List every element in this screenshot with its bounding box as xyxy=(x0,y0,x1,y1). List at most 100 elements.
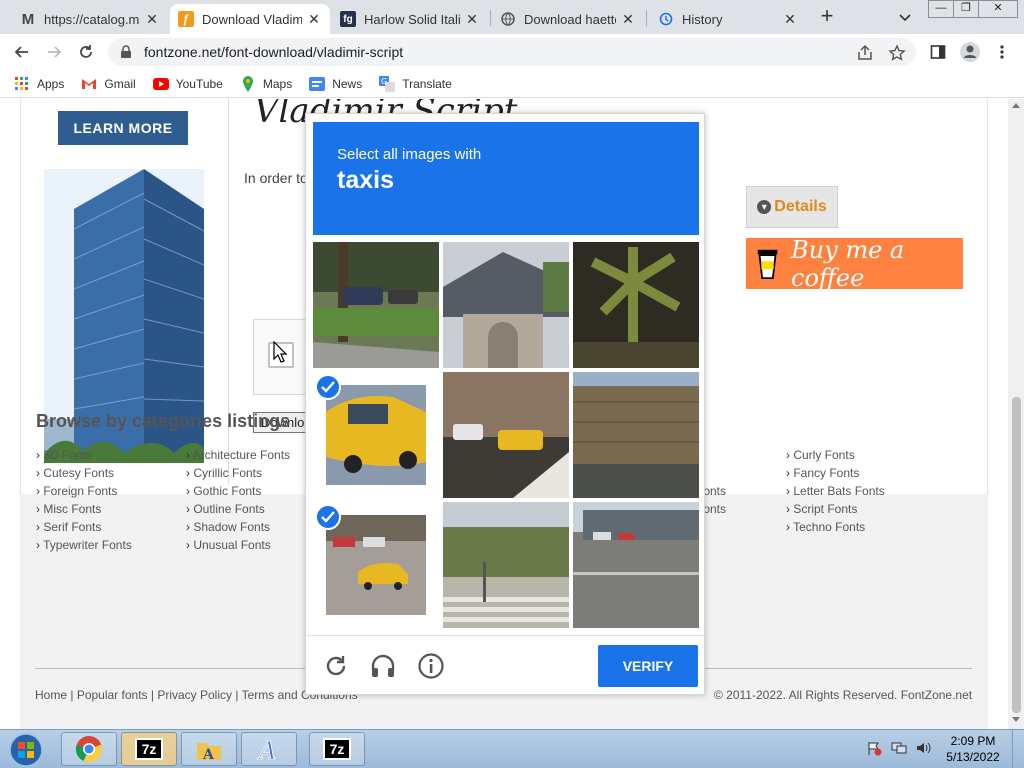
arrow-down-circle-icon: ▾ xyxy=(757,200,772,214)
close-window-button[interactable]: ✕ xyxy=(978,0,1018,18)
taskbar-font-folder[interactable]: A xyxy=(181,732,237,766)
tab-title: History xyxy=(682,11,723,27)
scroll-down-arrow-icon[interactable] xyxy=(1012,717,1020,722)
tab-search-chevron-icon[interactable] xyxy=(896,8,914,26)
bookmark-apps[interactable]: Apps xyxy=(14,76,64,91)
font-icon: ƒ xyxy=(178,11,194,27)
tab-download-vladimir[interactable]: ƒ Download Vladim ✕ xyxy=(170,4,330,34)
network-icon[interactable] xyxy=(891,740,907,756)
category-link[interactable]: Curly Fonts xyxy=(786,446,885,464)
taskbar-font-viewer[interactable]: A xyxy=(241,732,297,766)
svg-text:A: A xyxy=(257,737,276,763)
menu-kebab-icon[interactable] xyxy=(990,40,1014,64)
bookmark-youtube[interactable]: YouTube xyxy=(152,77,223,91)
taskbar-chrome[interactable] xyxy=(61,732,117,766)
captcha-tile-5[interactable] xyxy=(443,372,569,498)
category-link[interactable]: Letter Bats Fonts xyxy=(786,482,884,500)
category-link[interactable]: Script Fonts xyxy=(786,500,885,518)
details-label: Details xyxy=(774,198,827,215)
footer-link-popular[interactable]: Popular fonts xyxy=(77,688,148,702)
youtube-icon xyxy=(152,77,169,91)
download-instruction-text: In order to xyxy=(244,170,308,186)
close-icon[interactable]: ✕ xyxy=(306,11,322,28)
globe-icon xyxy=(500,11,516,27)
category-link[interactable]: Misc Fonts xyxy=(36,500,132,518)
captcha-tile-1[interactable] xyxy=(313,242,439,368)
bookmark-translate[interactable]: G Translate xyxy=(379,75,452,92)
bookmarks-bar: Apps Gmail YouTube Maps News G Translate xyxy=(0,70,1024,98)
footer-link-home[interactable]: Home xyxy=(35,688,67,702)
share-icon[interactable] xyxy=(856,44,874,62)
verify-button[interactable]: VERIFY xyxy=(598,645,698,687)
system-clock[interactable]: 2:09 PM 5/13/2022 xyxy=(940,733,1006,765)
tab-strip: M https://catalog.mo ✕ ƒ Download Vladim… xyxy=(0,0,1024,34)
scrollbar-thumb[interactable] xyxy=(1012,397,1021,713)
address-bar[interactable]: fontzone.net/font-download/vladimir-scri… xyxy=(108,38,916,66)
category-link[interactable]: 3D Fonts xyxy=(36,446,132,464)
volume-icon[interactable] xyxy=(915,740,931,756)
browse-categories-title: Browse by categories listings xyxy=(36,411,291,431)
category-link[interactable]: Architecture Fonts xyxy=(186,446,290,464)
captcha-header: Select all images with taxis xyxy=(313,122,699,235)
refresh-icon[interactable] xyxy=(322,652,350,680)
close-icon[interactable]: ✕ xyxy=(620,11,636,28)
tab-harlow[interactable]: fg Harlow Solid Italic ✕ xyxy=(332,4,488,34)
category-link[interactable]: Gothic Fonts xyxy=(186,482,290,500)
category-link[interactable]: Outline Fonts xyxy=(186,500,290,518)
category-link[interactable]: Shadow Fonts xyxy=(186,518,290,536)
audio-headphones-icon[interactable] xyxy=(369,652,397,680)
forward-arrow-icon xyxy=(48,46,62,58)
captcha-tile-3[interactable] xyxy=(573,242,699,368)
side-panel-icon[interactable] xyxy=(926,40,950,64)
captcha-tile-9[interactable] xyxy=(573,502,699,628)
details-button[interactable]: ▾ Details xyxy=(746,186,838,228)
bookmark-news[interactable]: News xyxy=(309,76,362,91)
lock-icon xyxy=(121,45,131,58)
close-icon[interactable]: ✕ xyxy=(782,11,798,28)
learn-more-button[interactable]: LEARN MORE xyxy=(58,111,188,145)
bookmark-label: Maps xyxy=(262,76,293,91)
captcha-tile-4[interactable] xyxy=(313,372,439,498)
captcha-tile-7[interactable] xyxy=(313,502,439,628)
category-link[interactable]: Serif Fonts xyxy=(36,518,132,536)
category-link[interactable]: Typewriter Fonts xyxy=(36,536,132,554)
tab-catalog[interactable]: M https://catalog.mo ✕ xyxy=(12,4,168,34)
back-button[interactable] xyxy=(10,40,34,64)
tab-history[interactable]: History ✕ xyxy=(650,4,806,34)
footer-link-privacy[interactable]: Privacy Policy xyxy=(157,688,232,702)
category-link[interactable]: Unusual Fonts xyxy=(186,536,290,554)
category-link[interactable]: Foreign Fonts xyxy=(36,482,132,500)
captcha-tile-8[interactable] xyxy=(443,502,569,628)
close-icon[interactable]: ✕ xyxy=(144,11,160,28)
taskbar-7zip-2[interactable]: 7z xyxy=(309,732,365,766)
taskbar-7zip[interactable]: 7z xyxy=(121,732,177,766)
new-tab-button[interactable]: + xyxy=(816,5,838,28)
profile-avatar[interactable] xyxy=(958,40,982,64)
page-scrollbar[interactable] xyxy=(1008,99,1024,729)
restore-button[interactable]: ❐ xyxy=(953,0,979,18)
category-link[interactable]: Fancy Fonts xyxy=(786,464,885,482)
forward-button[interactable] xyxy=(42,40,66,64)
reload-button[interactable] xyxy=(74,40,98,64)
bookmark-maps[interactable]: Maps xyxy=(240,75,293,92)
category-link[interactable]: Cyrillic Fonts xyxy=(186,464,290,482)
start-button[interactable] xyxy=(4,731,48,768)
buy-me-a-coffee-button[interactable]: Buy me a coffee xyxy=(746,236,963,292)
scroll-up-arrow-icon[interactable] xyxy=(1012,103,1020,108)
tab-download-haetter[interactable]: Download haetter ✕ xyxy=(492,4,644,34)
tab-title: Download Vladim xyxy=(202,11,302,27)
category-link[interactable]: Cutesy Fonts xyxy=(36,464,132,482)
bookmark-gmail[interactable]: Gmail xyxy=(81,77,136,91)
category-link[interactable]: Techno Fonts xyxy=(786,518,885,536)
minimize-button[interactable]: — xyxy=(928,0,954,18)
windows-logo-icon xyxy=(9,732,43,767)
info-icon[interactable] xyxy=(417,652,445,680)
captcha-tile-2[interactable] xyxy=(443,242,569,368)
url-text: fontzone.net/font-download/vladimir-scri… xyxy=(144,44,404,60)
font-viewer-icon: A xyxy=(257,737,277,763)
bookmark-star-icon[interactable] xyxy=(888,44,906,62)
action-center-flag-icon[interactable] xyxy=(866,740,882,756)
show-desktop-button[interactable] xyxy=(1012,730,1024,768)
captcha-tile-6[interactable] xyxy=(573,372,699,498)
close-icon[interactable]: ✕ xyxy=(464,11,480,28)
